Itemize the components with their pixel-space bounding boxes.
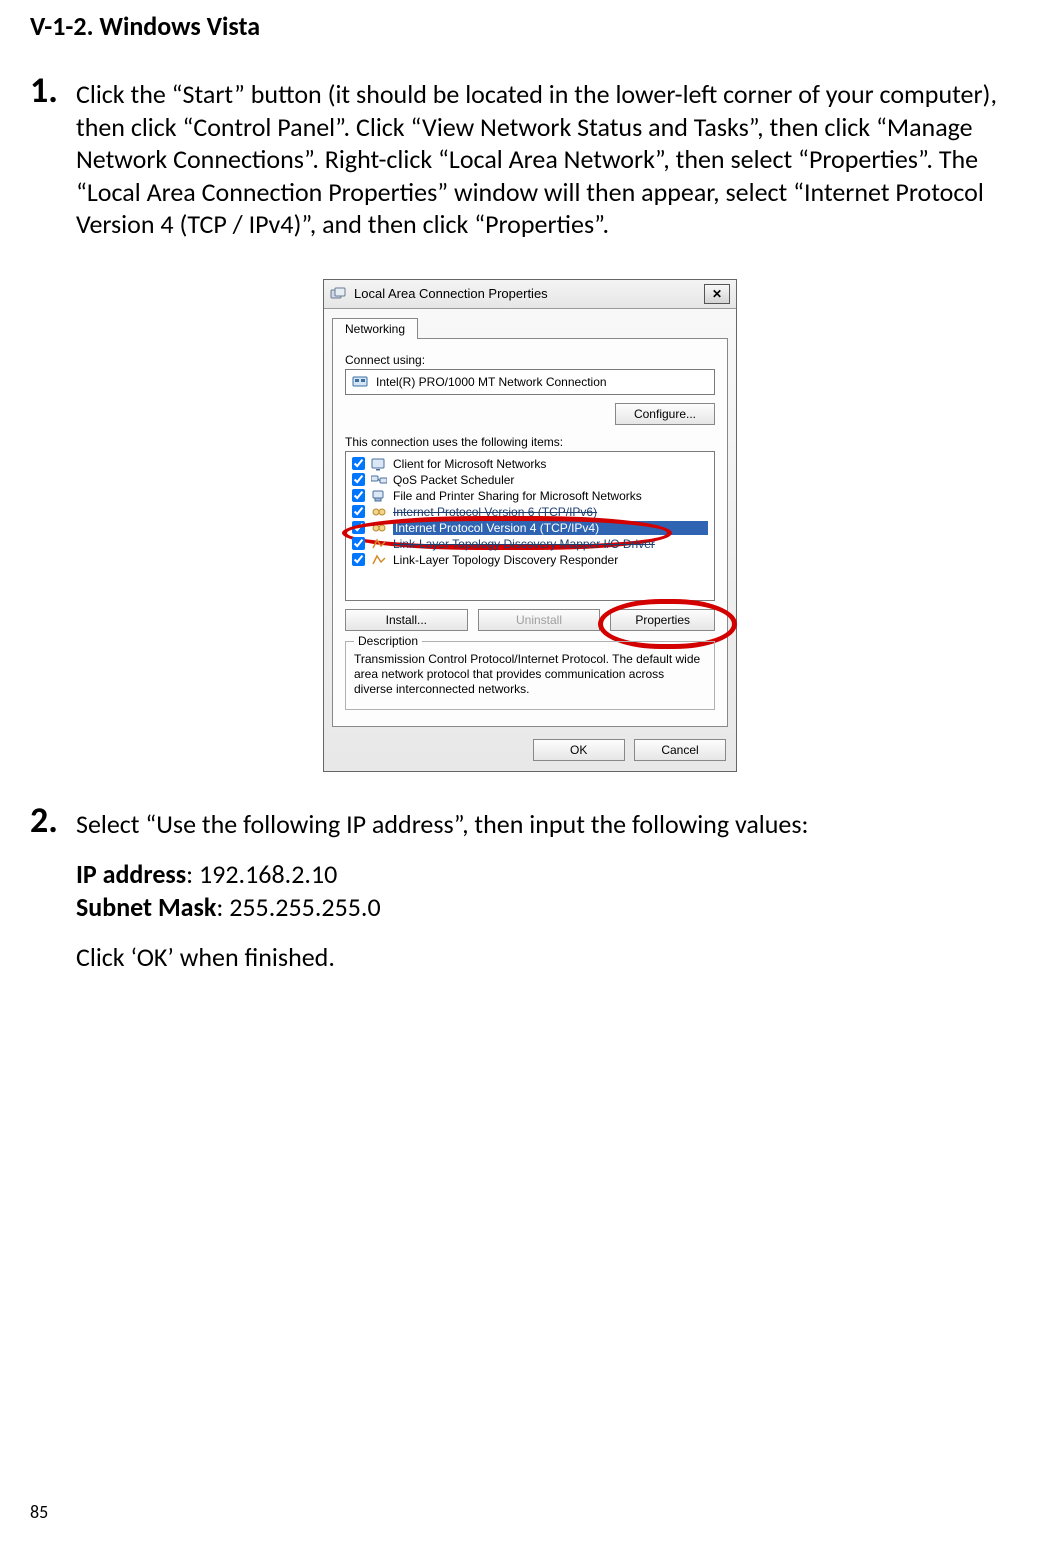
ip-address-value: : 192.168.2.10 — [186, 858, 337, 890]
cancel-button[interactable]: Cancel — [634, 739, 726, 761]
item-label: Client for Microsoft Networks — [393, 457, 708, 471]
section-heading: V-1-2. Windows Vista — [30, 10, 1030, 42]
item-checkbox[interactable] — [352, 473, 365, 486]
step-2-body: Select “Use the following IP address”, t… — [76, 802, 1030, 992]
description-legend: Description — [354, 634, 422, 648]
step-1-text: Click the “Start” button (it should be l… — [76, 78, 1030, 241]
window-icon — [330, 286, 346, 302]
step-2: 2. Select “Use the following IP address”… — [30, 802, 1030, 992]
items-label: This connection uses the following items… — [345, 435, 715, 449]
item-label: Link-Layer Topology Discovery Responder — [393, 553, 708, 567]
step-2-intro: Select “Use the following IP address”, t… — [76, 808, 1030, 841]
item-label: QoS Packet Scheduler — [393, 473, 708, 487]
nic-name: Intel(R) PRO/1000 MT Network Connection — [376, 375, 607, 389]
lac-properties-dialog: Local Area Connection Properties ✕ Netwo… — [323, 279, 737, 772]
protocol-icon — [371, 505, 387, 519]
subnet-mask-label: Subnet Mask — [76, 891, 216, 923]
subnet-mask-value: : 255.255.255.0 — [216, 891, 380, 923]
dialog-titlebar: Local Area Connection Properties ✕ — [324, 280, 736, 309]
connect-using-label: Connect using: — [345, 353, 715, 367]
item-label: Internet Protocol Version 6 (TCP/IPv6) — [393, 505, 708, 519]
item-checkbox[interactable] — [352, 457, 365, 470]
list-item[interactable]: File and Printer Sharing for Microsoft N… — [348, 488, 712, 504]
close-button[interactable]: ✕ — [704, 284, 730, 304]
step-2-number: 2. — [30, 802, 76, 838]
install-button[interactable]: Install... — [345, 609, 468, 631]
document-page: V-1-2. Windows Vista 1. Click the “Start… — [0, 0, 1060, 1541]
lltd-icon — [371, 553, 387, 567]
step-2-closing: Click ‘OK’ when finished. — [76, 941, 1030, 974]
item-checkbox[interactable] — [352, 537, 365, 550]
item-label: Link-Layer Topology Discovery Mapper I/O… — [393, 537, 708, 551]
list-item[interactable]: Link-Layer Topology Discovery Responder — [348, 552, 712, 568]
file-print-icon — [371, 489, 387, 503]
qos-icon — [371, 473, 387, 487]
install-uninstall-properties-row: Install... Uninstall Properties — [345, 609, 715, 631]
item-checkbox[interactable] — [352, 489, 365, 502]
list-item[interactable]: Client for Microsoft Networks — [348, 456, 712, 472]
list-item-selected[interactable]: Internet Protocol Version 4 (TCP/IPv4) — [348, 520, 712, 536]
step-1-body: Click the “Start” button (it should be l… — [76, 72, 1030, 259]
tab-panel: Connect using: Intel(R) PRO/1000 MT Netw… — [332, 338, 728, 727]
uninstall-button[interactable]: Uninstall — [478, 609, 601, 631]
item-checkbox[interactable] — [352, 505, 365, 518]
list-item[interactable]: QoS Packet Scheduler — [348, 472, 712, 488]
dialog-title: Local Area Connection Properties — [354, 286, 548, 301]
client-icon — [371, 457, 387, 471]
items-list[interactable]: Client for Microsoft Networks QoS Packet… — [345, 451, 715, 601]
nic-icon — [352, 374, 368, 390]
protocol-icon — [371, 521, 387, 535]
properties-button[interactable]: Properties — [610, 609, 715, 631]
description-text: Transmission Control Protocol/Internet P… — [354, 652, 706, 697]
tab-networking[interactable]: Networking — [332, 318, 418, 339]
configure-button[interactable]: Configure... — [615, 403, 715, 425]
list-item[interactable]: Link-Layer Topology Discovery Mapper I/O… — [348, 536, 712, 552]
tabs-row: Networking — [324, 309, 736, 338]
nic-box[interactable]: Intel(R) PRO/1000 MT Network Connection — [345, 369, 715, 395]
ok-cancel-row: OK Cancel — [324, 729, 736, 771]
item-checkbox[interactable] — [352, 553, 365, 566]
list-item[interactable]: Internet Protocol Version 6 (TCP/IPv6) — [348, 504, 712, 520]
step-1-number: 1. — [30, 72, 76, 108]
item-checkbox[interactable] — [352, 521, 365, 534]
page-number: 85 — [30, 1501, 48, 1523]
ip-address-label: IP address — [76, 858, 186, 890]
item-label: File and Printer Sharing for Microsoft N… — [393, 489, 708, 503]
step-1: 1. Click the “Start” button (it should b… — [30, 72, 1030, 259]
lltd-icon — [371, 537, 387, 551]
item-label: Internet Protocol Version 4 (TCP/IPv4) — [393, 521, 708, 535]
description-group: Description Transmission Control Protoco… — [345, 641, 715, 710]
ok-button[interactable]: OK — [533, 739, 625, 761]
